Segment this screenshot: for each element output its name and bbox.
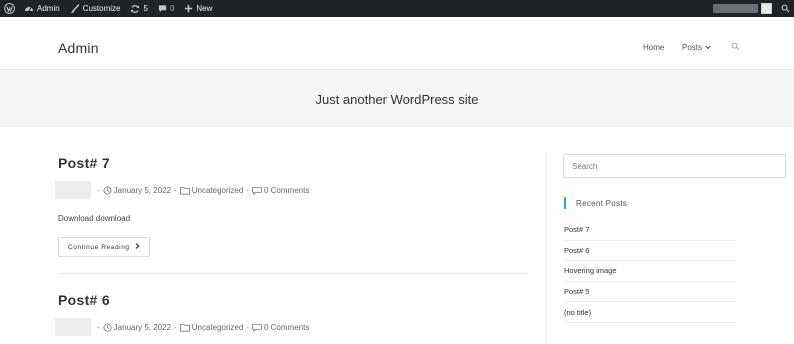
site-tagline: Just another WordPress site: [315, 92, 479, 107]
post-comments-link[interactable]: 0 Comments: [264, 323, 309, 332]
clock-icon: [103, 186, 112, 195]
admin-bar-updates[interactable]: 5: [125, 0, 152, 17]
admin-bar-customize-label: Customize: [82, 4, 121, 13]
recent-posts-title: Recent Posts: [564, 197, 627, 209]
post-date: January 5, 2022: [113, 185, 172, 195]
brush-icon: [70, 3, 80, 14]
post-divider: [58, 273, 528, 274]
post-title[interactable]: Post# 7: [58, 155, 528, 171]
recent-post-link[interactable]: Post# 7: [564, 220, 736, 241]
comments-count: 0: [169, 4, 175, 13]
avatar[interactable]: [761, 3, 772, 14]
recent-post-link[interactable]: Post# 5: [564, 282, 736, 303]
wordpress-logo-icon[interactable]: [0, 0, 19, 17]
recent-posts-list: Post# 7 Post# 6 Hovering image Post# 5 (…: [564, 220, 736, 323]
comment-icon: [158, 4, 167, 13]
sidebar-divider: [545, 152, 546, 344]
recent-post-link[interactable]: Hovering image: [564, 261, 736, 282]
main-navigation: Home Posts: [0, 41, 794, 55]
post-excerpt: Download download: [58, 214, 131, 223]
post-date: January 5, 2022: [113, 322, 172, 332]
post-title[interactable]: Post# 6: [58, 292, 528, 308]
post-meta: - January 5, 2022 - Uncategorized - 0 Co…: [55, 318, 309, 336]
nav-item-home[interactable]: Home: [643, 43, 664, 52]
new-label: New: [196, 4, 213, 13]
dashboard-icon: [24, 4, 34, 14]
clock-icon: [103, 323, 112, 332]
admin-bar-site-link[interactable]: Admin: [19, 0, 65, 17]
comment-bubble-icon: [252, 186, 262, 195]
post-entry: Post# 7: [58, 155, 528, 171]
post-author[interactable]: [55, 181, 91, 199]
continue-reading-button[interactable]: Continue Reading: [58, 237, 150, 257]
page-title-bar: Just another WordPress site: [0, 69, 794, 127]
plus-icon: [184, 4, 193, 13]
post-comments-link[interactable]: 0 Comments: [264, 186, 309, 195]
site-header: Admin Home Posts: [0, 17, 794, 69]
folder-icon: [179, 323, 190, 332]
search-icon[interactable]: [778, 4, 792, 13]
admin-bar-username[interactable]: [713, 4, 758, 13]
chevron-down-icon: [702, 43, 711, 52]
admin-bar-new[interactable]: New: [179, 0, 217, 17]
nav-item-posts[interactable]: Posts: [682, 43, 711, 52]
sidebar-search-input[interactable]: Search: [563, 154, 786, 178]
comment-bubble-icon: [252, 323, 262, 332]
post-category[interactable]: Uncategorized: [192, 186, 244, 195]
post-author[interactable]: [55, 318, 91, 336]
search-icon[interactable]: [731, 42, 740, 53]
continue-reading-label: Continue Reading: [68, 243, 130, 251]
admin-bar-comments[interactable]: 0: [153, 0, 179, 17]
nav-item-posts-label: Posts: [682, 43, 703, 52]
admin-bar-site-name: Admin: [37, 4, 60, 13]
post-category[interactable]: Uncategorized: [192, 323, 244, 332]
post-entry: Post# 6: [58, 292, 528, 308]
admin-bar-customize[interactable]: Customize: [65, 0, 126, 17]
recent-post-link[interactable]: (no title): [564, 302, 736, 323]
admin-bar: Admin Customize 5 0 New: [0, 0, 794, 17]
updates-icon: [130, 4, 140, 14]
post-meta: - January 5, 2022 - Uncategorized - 0 Co…: [55, 181, 309, 199]
chevron-right-icon: [130, 243, 140, 251]
updates-count: 5: [143, 4, 148, 13]
folder-icon: [179, 186, 190, 195]
recent-post-link[interactable]: Post# 6: [564, 241, 736, 262]
